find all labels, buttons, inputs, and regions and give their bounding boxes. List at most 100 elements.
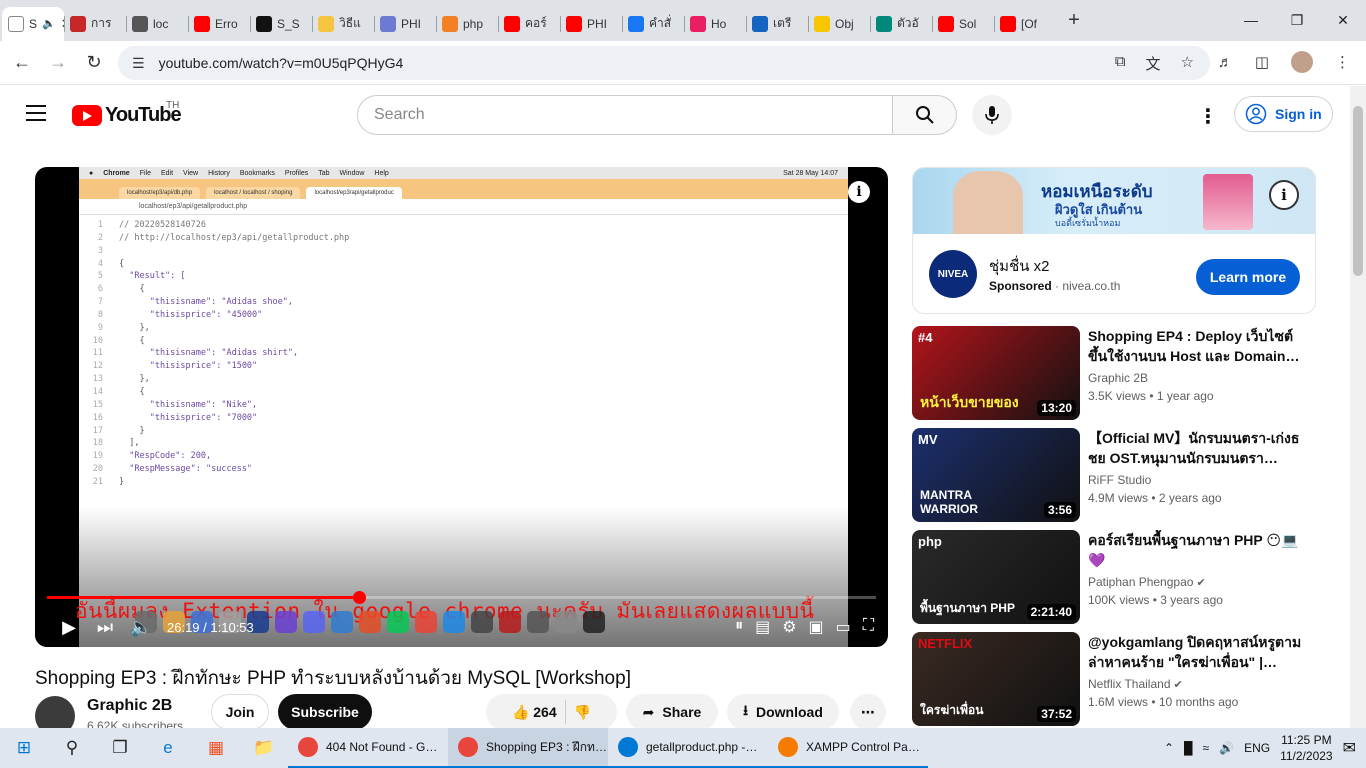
- translate-icon[interactable]: 文: [1146, 53, 1161, 74]
- recommended-title[interactable]: 【Official MV】นักรบมนตรา-เก่งธชย OST.หนุม…: [1088, 428, 1302, 468]
- browser-tab[interactable]: ตัวอั✕: [870, 7, 932, 41]
- progress-bar[interactable]: [47, 591, 876, 604]
- side-panel-icon[interactable]: ◫: [1255, 53, 1269, 71]
- clock[interactable]: 11:25 PM 11/2/2023: [1280, 732, 1333, 764]
- bookmark-star-icon[interactable]: ☆: [1181, 53, 1194, 74]
- video-thumbnail[interactable]: NETFLIX ใครฆ่าเพื่อน 37:52: [912, 632, 1080, 726]
- page-scrollbar[interactable]: [1350, 86, 1366, 728]
- recommended-title[interactable]: Shopping EP4 : Deploy เว็บไซต์ขึ้นใช้งาน…: [1088, 326, 1302, 366]
- edge-icon[interactable]: e: [144, 728, 192, 768]
- recommended-video[interactable]: #4 หน้าเว็บขายของ 13:20 Shopping EP4 : Depl…: [912, 326, 1332, 420]
- minimize-icon[interactable]: —: [1228, 0, 1274, 41]
- recommended-channel[interactable]: Patiphan Phengpao ✔: [1088, 575, 1206, 589]
- windows-start-icon[interactable]: ⊞: [0, 728, 48, 768]
- fullscreen-icon[interactable]: ⛶: [863, 617, 874, 637]
- learn-more-button[interactable]: Learn more: [1196, 259, 1300, 295]
- like-button[interactable]: 👍 264: [512, 704, 557, 721]
- taskbar-app[interactable]: 404 Not Found - G…: [288, 728, 448, 768]
- video-player[interactable]: ● Chrome File Edit View History Bookmarks Profi…: [35, 167, 888, 647]
- youtube-logo[interactable]: YouTube: [72, 104, 182, 127]
- download-button[interactable]: ⭳ Download: [727, 694, 839, 730]
- sign-in-button[interactable]: Sign in: [1234, 96, 1333, 132]
- video-thumbnail[interactable]: MV MANTRA WARRIOR 3:56: [912, 428, 1080, 522]
- browser-tab[interactable]: PHI✕: [374, 7, 436, 41]
- recommended-title[interactable]: @yokgamlang ปิดคฤหาสน์หรูตามล่าหาคนร้าย …: [1088, 632, 1302, 672]
- file-explorer-icon[interactable]: 📁: [240, 728, 288, 768]
- scrollbar-thumb[interactable]: [1353, 106, 1363, 276]
- profile-avatar[interactable]: [1291, 51, 1313, 73]
- recommended-channel[interactable]: Netflix Thailand ✔: [1088, 677, 1183, 691]
- browser-tab[interactable]: คำสั่✕: [622, 7, 684, 41]
- menu-icon[interactable]: [26, 105, 46, 121]
- play-icon[interactable]: ▶: [51, 617, 87, 638]
- speaker-icon[interactable]: 🔈: [42, 17, 56, 30]
- voice-search-button[interactable]: [972, 95, 1012, 135]
- browser-tab[interactable]: วิธีแ✕: [312, 7, 374, 41]
- browser-tab[interactable]: Ho✕: [684, 7, 746, 41]
- browser-tab[interactable]: [Of✕: [994, 7, 1056, 41]
- theater-mode-icon[interactable]: ▭: [836, 617, 851, 637]
- recommended-channel[interactable]: RiFF Studio: [1088, 473, 1151, 487]
- browser-tab[interactable]: php✕: [436, 7, 498, 41]
- captions-icon[interactable]: ▤: [755, 617, 770, 637]
- miniplayer-icon[interactable]: ▣: [809, 617, 824, 637]
- speaker-tray-icon[interactable]: 🔊: [1219, 741, 1234, 755]
- browser-tab[interactable]: Obj✕: [808, 7, 870, 41]
- info-icon[interactable]: i: [848, 181, 870, 203]
- subscribe-button[interactable]: Subscribe: [278, 694, 372, 730]
- settings-menu-icon[interactable]: ⋮: [1198, 104, 1218, 129]
- address-bar[interactable]: ☰ youtube.com/watch?v=m0U5qPQHyG4 ⧉ 文 ☆: [118, 46, 1210, 80]
- browser-tab[interactable]: PHI✕: [560, 7, 622, 41]
- next-icon[interactable]: ⏭: [87, 617, 123, 638]
- video-thumbnail[interactable]: #4 หน้าเว็บขายของ 13:20: [912, 326, 1080, 420]
- media-control-icon[interactable]: ♬: [1218, 54, 1233, 71]
- ad-banner[interactable]: หอมเหนือระดับ ผิวดูใส เกินต้าน บอดี้เซรั…: [913, 168, 1315, 234]
- ad-info-icon[interactable]: i: [1269, 180, 1299, 210]
- browser-tab[interactable]: S🔈✕: [2, 6, 64, 41]
- wifi-icon[interactable]: ≈: [1203, 741, 1210, 755]
- autoplay-toggle-icon[interactable]: ⏸: [735, 617, 743, 637]
- search-button[interactable]: [893, 95, 957, 135]
- browser-tab[interactable]: S_S✕: [250, 7, 312, 41]
- recommended-title[interactable]: คอร์สเรียนพื้นฐานภาษา PHP 😶💻💜: [1088, 530, 1302, 570]
- taskbar-app[interactable]: getallproduct.php -…: [608, 728, 768, 768]
- reload-button[interactable]: ↻: [76, 52, 112, 73]
- browser-tab[interactable]: loc✕: [126, 7, 188, 41]
- settings-gear-icon[interactable]: ⚙: [782, 617, 796, 637]
- sponsored-ad[interactable]: หอมเหนือระดับ ผิวดูใส เกินต้าน บอดี้เซรั…: [912, 167, 1316, 314]
- notifications-icon[interactable]: ✉: [1343, 738, 1356, 758]
- recommended-video[interactable]: php พื้นฐานภาษา PHP 2:21:40 คอร์สเรียนพื้นฐ…: [912, 530, 1332, 624]
- back-button[interactable]: ←: [4, 52, 40, 73]
- recommended-video[interactable]: NETFLIX ใครฆ่าเพื่อน 37:52 @yokgamlang ปิดค…: [912, 632, 1332, 726]
- share-button[interactable]: ➦ Share: [626, 694, 718, 730]
- language-indicator[interactable]: ENG: [1244, 741, 1270, 755]
- channel-name[interactable]: Graphic 2B: [87, 697, 172, 715]
- maximize-icon[interactable]: ❐: [1274, 0, 1320, 41]
- url-text[interactable]: youtube.com/watch?v=m0U5qPQHyG4: [159, 55, 404, 71]
- search-taskbar-icon[interactable]: ⚲: [48, 728, 96, 768]
- search-input[interactable]: Search: [357, 95, 893, 135]
- network-icon[interactable]: █: [1184, 741, 1193, 755]
- more-actions-button[interactable]: ⋯: [850, 694, 886, 730]
- forward-button[interactable]: →: [40, 52, 76, 73]
- new-tab-button[interactable]: +: [1060, 9, 1088, 32]
- dislike-icon[interactable]: 👎: [574, 704, 591, 721]
- browser-tab[interactable]: เตรี✕: [746, 7, 808, 41]
- ad-title[interactable]: ชุ่มชื่น x2: [989, 254, 1050, 278]
- chrome-menu-icon[interactable]: ⋮: [1335, 53, 1350, 71]
- task-view-icon[interactable]: ❐: [96, 728, 144, 768]
- taskbar-app[interactable]: Shopping EP3 : ฝึกท…: [448, 728, 608, 768]
- install-app-icon[interactable]: ⧉: [1115, 53, 1126, 74]
- close-window-icon[interactable]: ✕: [1320, 0, 1366, 41]
- tray-overflow-icon[interactable]: ⌃: [1164, 741, 1174, 755]
- video-thumbnail[interactable]: php พื้นฐานภาษา PHP 2:21:40: [912, 530, 1080, 624]
- browser-tab[interactable]: Sol✕: [932, 7, 994, 41]
- volume-icon[interactable]: 🔈: [123, 617, 159, 638]
- scrubber-handle[interactable]: [352, 591, 366, 604]
- recommended-channel[interactable]: Graphic 2B: [1088, 371, 1148, 385]
- recommended-video[interactable]: MV MANTRA WARRIOR 3:56 【Official MV】นักรบมน…: [912, 428, 1332, 522]
- store-icon[interactable]: ▦: [192, 728, 240, 768]
- browser-tab[interactable]: การ✕: [64, 7, 126, 41]
- join-button[interactable]: Join: [211, 694, 269, 730]
- browser-tab[interactable]: คอร์✕: [498, 7, 560, 41]
